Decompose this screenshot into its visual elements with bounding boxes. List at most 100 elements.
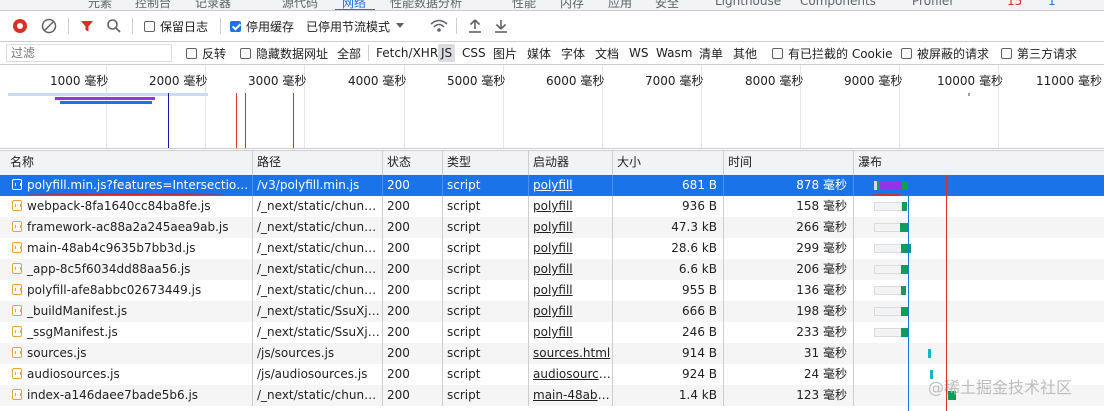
type-filter-font[interactable]: 字体 [561,42,585,64]
initiator-link[interactable]: polyfill [533,178,573,192]
cell-size: 47.3 kB [613,217,724,238]
initiator-link[interactable]: polyfill [533,199,573,213]
cell-text: 246 B [682,325,717,339]
type-filter-ws[interactable]: WS [629,42,648,64]
cell-text: script [447,346,481,360]
record-button[interactable] [12,11,28,41]
type-filter-js[interactable]: JS [438,44,456,62]
column-path[interactable]: 路径 [253,151,383,175]
tab-profiler[interactable]: Profiler [912,0,954,8]
filter-input[interactable] [6,44,172,62]
type-filter-other[interactable]: 其他 [733,42,757,64]
type-filter-wasm[interactable]: Wasm [656,42,692,64]
column-name[interactable]: 名称 [0,151,253,175]
table-row[interactable]: _app-8c5f6034dd88aa56.js /_next/static/ch… [0,259,1104,280]
message-count-badge[interactable]: 1 [1048,0,1056,8]
import-har-button[interactable] [468,11,482,41]
initiator-link[interactable]: polyfill [533,325,573,339]
cell-text: 200 [387,220,410,234]
cell-size: 936 B [613,196,724,217]
tab-lighthouse[interactable]: Lighthouse [715,0,781,8]
table-row[interactable]: _buildManifest.js /_next/static/SsuXj9d..… [0,301,1104,322]
type-filter-fetch-xhr[interactable]: Fetch/XHR [376,42,438,64]
cell-initiator[interactable]: polyfill [529,259,613,280]
column-waterfall[interactable]: 瀑布 [854,151,1104,175]
cell-type: script [443,280,529,301]
tab-memory[interactable]: 内存 [560,0,584,10]
type-filter-media[interactable]: 媒体 [527,42,551,64]
initiator-link[interactable]: polyfill [533,220,573,234]
column-initiator[interactable]: 启动器 [529,151,613,175]
table-row[interactable]: main-48ab4c9635b7bb3d.js /_next/static/ch… [0,238,1104,259]
tab-components[interactable]: Components [800,0,876,8]
type-filter-img[interactable]: 图片 [493,42,517,64]
tab-performance-insights[interactable]: 性能数据分析 [390,0,462,10]
blocked-cookies-checkbox[interactable]: 有已拦截的 Cookie [772,42,893,64]
cell-text: script [447,220,481,234]
type-filter-doc[interactable]: 文档 [595,42,619,64]
cell-type: script [443,196,529,217]
type-filter-all[interactable]: 全部 [337,42,361,64]
tab-application[interactable]: 应用 [608,0,632,10]
filter-toggle-button[interactable] [80,11,94,41]
initiator-link[interactable]: audiosource... [533,367,612,381]
column-size[interactable]: 大小 [613,151,724,175]
table-row[interactable]: polyfill-afe8abbc02673449.js /_next/stati… [0,280,1104,301]
cell-initiator[interactable]: polyfill [529,175,613,196]
initiator-link[interactable]: polyfill [533,304,573,318]
initiator-link[interactable]: sources.html [533,346,610,360]
column-type[interactable]: 类型 [443,151,529,175]
cell-text: 24 毫秒 [803,367,847,381]
table-row[interactable]: webpack-8fa1640cc84ba8fe.js /_next/static… [0,196,1104,217]
cell-initiator[interactable]: audiosource... [529,364,613,385]
export-har-button[interactable] [494,11,508,41]
cell-time: 136 毫秒 [724,280,854,301]
tab-recorder[interactable]: 记录器 [195,0,231,10]
type-filter-manifest[interactable]: 清单 [699,42,723,64]
error-count-badge[interactable]: 15 [1007,0,1022,8]
disable-cache-checkbox[interactable]: 停用缓存 [230,11,294,41]
timeline-tick-label: 3000 毫秒 [248,74,307,88]
cell-initiator[interactable]: polyfill [529,322,613,343]
cell-text: 136 毫秒 [796,283,847,297]
table-row[interactable]: framework-ac88a2a245aea9ab.js /_next/stat… [0,217,1104,238]
initiator-link[interactable]: polyfill [533,262,573,276]
timeline-overview[interactable]: 1000 毫秒 2000 毫秒 3000 毫秒 4000 毫秒 5000 毫秒 … [0,65,1104,149]
filter-icon [81,21,93,32]
table-row[interactable]: sources.js/js/sources.js 200 script sources… [0,343,1104,364]
cell-initiator[interactable]: polyfill [529,217,613,238]
cell-initiator[interactable]: main-48ab4... [529,385,613,406]
cell-initiator[interactable]: polyfill [529,301,613,322]
initiator-link[interactable]: polyfill [533,241,573,255]
blocked-requests-checkbox[interactable]: 被屏蔽的请求 [901,42,989,64]
cell-time: 878 毫秒 [724,175,854,196]
initiator-link[interactable]: polyfill [533,283,573,297]
cell-text: _app-8c5f6034dd88aa56.js [27,262,191,276]
preserve-log-checkbox[interactable]: 保留日志 [144,11,208,41]
cell-name: audiosources.js [0,364,253,385]
cell-initiator[interactable]: polyfill [529,238,613,259]
tab-performance[interactable]: 性能 [512,0,536,10]
tab-sources[interactable]: 源代码 [282,0,318,10]
cell-text: 200 [387,304,410,318]
search-button[interactable] [106,11,122,41]
clear-button[interactable] [41,11,57,41]
tab-elements[interactable]: 元素 [88,0,112,10]
tab-console[interactable]: 控制台 [135,0,171,10]
column-status[interactable]: 状态 [383,151,443,175]
tab-security[interactable]: 安全 [655,0,679,10]
invert-checkbox[interactable]: 反转 [186,42,226,64]
initiator-link[interactable]: main-48ab4... [533,388,612,402]
cell-text: 681 B [682,178,717,192]
table-row[interactable]: _ssgManifest.js /_next/static/SsuXj9d... 2… [0,322,1104,343]
cell-initiator[interactable]: sources.html [529,343,613,364]
network-conditions-button[interactable] [430,11,448,41]
type-filter-css[interactable]: CSS [462,42,486,64]
cell-text: 200 [387,367,410,381]
hide-data-urls-checkbox[interactable]: 隐藏数据网址 [240,42,328,64]
third-party-checkbox[interactable]: 第三方请求 [1001,42,1077,64]
cell-initiator[interactable]: polyfill [529,280,613,301]
throttling-dropdown[interactable]: 已停用节流模式 [306,11,405,41]
column-time[interactable]: 时间 [724,151,854,175]
cell-initiator[interactable]: polyfill [529,196,613,217]
